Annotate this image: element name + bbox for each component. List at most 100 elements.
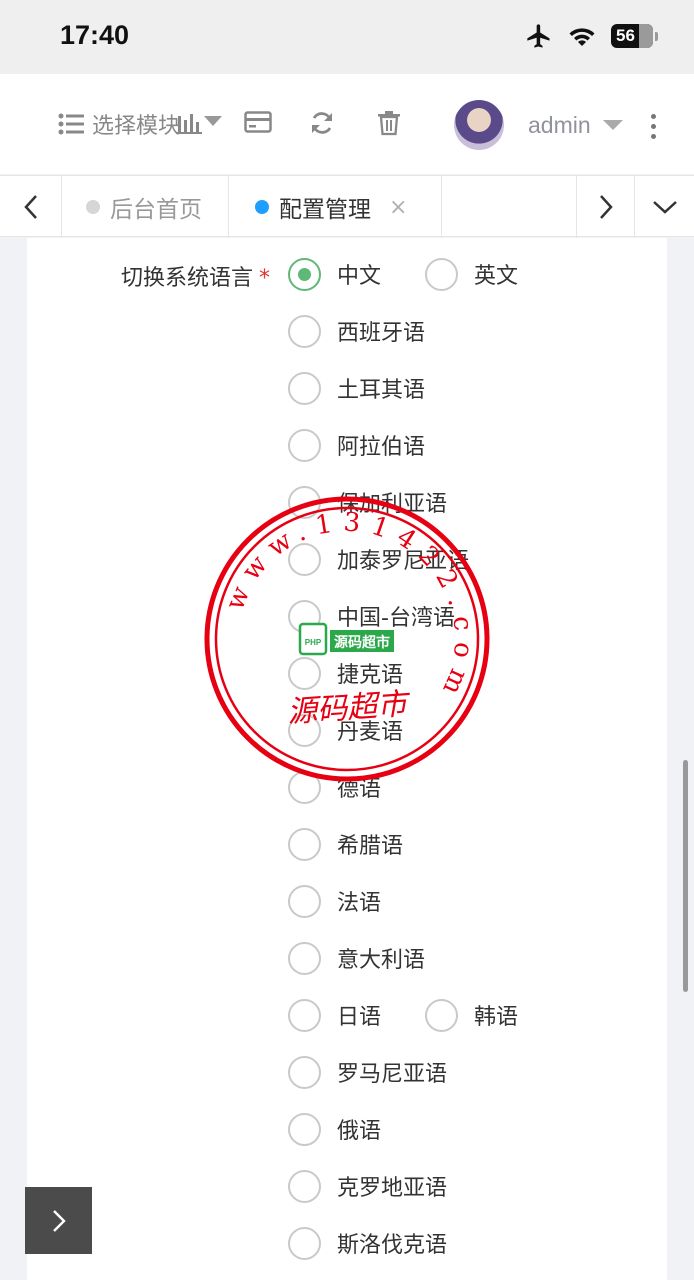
radio-unchecked[interactable] <box>288 998 321 1032</box>
language-option[interactable]: 德语 <box>288 770 381 804</box>
trash-icon <box>378 111 400 136</box>
language-option-label: 中国-台湾语 <box>337 606 455 631</box>
radio-unchecked[interactable] <box>288 371 321 405</box>
language-option[interactable]: 土耳其语 <box>288 371 425 405</box>
radio-unchecked[interactable] <box>288 827 321 861</box>
required-mark: * <box>259 266 271 291</box>
language-option[interactable]: 中文 <box>288 257 381 291</box>
language-field-label: 切换系统语言 * <box>121 266 271 291</box>
radio-unchecked[interactable] <box>288 1226 321 1260</box>
language-option-label: 德语 <box>337 777 382 802</box>
language-option-label: 阿拉伯语 <box>337 435 426 460</box>
language-option-label: 丹麦语 <box>337 720 404 745</box>
radio-unchecked[interactable] <box>288 713 321 747</box>
language-option[interactable]: 斯洛伐克语 <box>288 1226 447 1260</box>
user-menu[interactable]: admin <box>454 100 623 150</box>
radio-checked[interactable] <box>288 257 321 291</box>
tabs-menu-button[interactable] <box>635 176 694 238</box>
language-option-label: 韩语 <box>474 1005 519 1030</box>
radio-unchecked[interactable] <box>288 542 321 576</box>
radio-unchecked[interactable] <box>288 770 321 804</box>
credit-card-icon <box>244 111 272 133</box>
status-icons: 56 <box>525 22 658 50</box>
status-time: 17:40 <box>60 20 130 50</box>
chevron-right-icon <box>599 195 613 219</box>
radio-unchecked[interactable] <box>288 941 321 975</box>
language-option[interactable]: 罗马尼亚语 <box>288 1055 447 1089</box>
status-bar: 17:40 56 <box>0 0 694 74</box>
radio-unchecked[interactable] <box>425 257 458 291</box>
tab-label: 后台首页 <box>110 197 202 223</box>
tabs-bar: 后台首页 配置管理 × <box>0 175 694 238</box>
language-option-label: 日语 <box>337 1005 382 1030</box>
battery-tip <box>655 31 658 41</box>
username: admin <box>528 111 591 138</box>
tab-status-dot <box>255 200 269 214</box>
language-option[interactable]: 加泰罗尼亚语 <box>288 542 469 576</box>
language-option[interactable]: 保加利亚语 <box>288 485 447 519</box>
tab-home[interactable]: 后台首页 <box>62 176 229 238</box>
radio-unchecked[interactable] <box>288 656 321 690</box>
language-option-label: 中文 <box>337 264 382 289</box>
battery-icon: 56 <box>611 24 653 48</box>
radio-unchecked[interactable] <box>288 1112 321 1146</box>
language-option-label: 希腊语 <box>337 834 404 859</box>
tabs-prev-button[interactable] <box>0 176 62 238</box>
language-option[interactable]: 日语 <box>288 998 381 1032</box>
language-option[interactable]: 希腊语 <box>288 827 403 861</box>
refresh-button[interactable] <box>309 110 335 140</box>
tab-label: 配置管理 <box>279 197 371 223</box>
language-option-label: 保加利亚语 <box>337 492 448 517</box>
radio-unchecked[interactable] <box>288 1169 321 1203</box>
language-option-label: 捷克语 <box>337 663 404 688</box>
chevron-down-icon <box>602 120 623 130</box>
language-option[interactable]: 丹麦语 <box>288 713 403 747</box>
language-option[interactable]: 韩语 <box>425 998 518 1032</box>
list-icon <box>58 113 84 135</box>
radio-unchecked[interactable] <box>288 314 321 348</box>
language-option[interactable]: 法语 <box>288 884 381 918</box>
language-option[interactable]: 俄语 <box>288 1112 381 1146</box>
top-toolbar: 选择模块 admin <box>0 74 694 174</box>
bar-chart-icon <box>176 114 222 134</box>
tabs-next-button[interactable] <box>576 176 635 238</box>
module-select-label: 选择模块 <box>92 114 181 139</box>
more-vertical-icon[interactable] <box>651 114 656 139</box>
radio-unchecked[interactable] <box>288 599 321 633</box>
tab-config[interactable]: 配置管理 × <box>229 176 442 238</box>
scrollbar[interactable] <box>683 760 688 992</box>
language-option[interactable]: 捷克语 <box>288 656 403 690</box>
config-form: 切换系统语言 * 中文 英文西班牙语土耳其语阿拉伯语保加利亚语加泰罗尼亚语 中国-台湾… <box>27 238 667 1280</box>
clear-cache-button[interactable] <box>377 110 401 140</box>
card-button[interactable] <box>244 110 272 138</box>
language-option-label: 西班牙语 <box>337 321 426 346</box>
sidebar-toggle-button[interactable] <box>25 1187 92 1254</box>
language-option-label: 加泰罗尼亚语 <box>337 549 470 574</box>
airplane-icon <box>527 24 550 48</box>
language-option[interactable]: 西班牙语 <box>288 314 425 348</box>
chevron-left-icon <box>23 195 37 219</box>
module-select[interactable]: 选择模块 <box>58 108 180 140</box>
language-option-label: 斯洛伐克语 <box>337 1233 448 1258</box>
close-icon[interactable]: × <box>389 195 407 220</box>
radio-unchecked[interactable] <box>425 998 458 1032</box>
language-option[interactable]: 中国-台湾语 <box>288 599 455 633</box>
chevron-down-icon <box>652 201 677 214</box>
chart-dropdown[interactable] <box>176 110 224 140</box>
radio-unchecked[interactable] <box>288 1055 321 1089</box>
language-option-label: 英文 <box>474 264 519 289</box>
tab-status-dot <box>86 200 100 214</box>
radio-unchecked[interactable] <box>288 884 321 918</box>
avatar <box>454 100 504 150</box>
language-option-label: 意大利语 <box>337 948 426 973</box>
language-option-label: 土耳其语 <box>337 378 426 403</box>
chevron-right-icon <box>52 1209 66 1232</box>
language-option-label: 克罗地亚语 <box>337 1176 448 1201</box>
radio-unchecked[interactable] <box>288 485 321 519</box>
radio-unchecked[interactable] <box>288 428 321 462</box>
language-option-label: 罗马尼亚语 <box>337 1062 448 1087</box>
language-option[interactable]: 阿拉伯语 <box>288 428 425 462</box>
language-option[interactable]: 英文 <box>425 257 518 291</box>
language-option[interactable]: 克罗地亚语 <box>288 1169 447 1203</box>
language-option[interactable]: 意大利语 <box>288 941 425 975</box>
